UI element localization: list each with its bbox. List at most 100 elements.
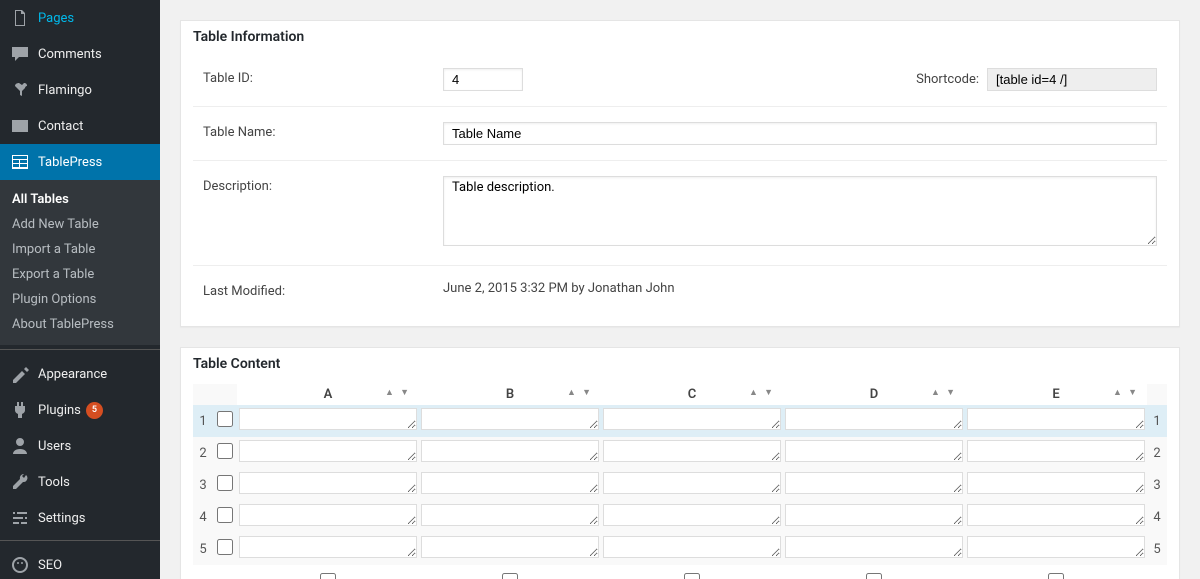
description-textarea[interactable]: Table description. xyxy=(443,176,1157,246)
row-checkbox[interactable] xyxy=(217,539,233,555)
cell-input[interactable] xyxy=(603,440,781,462)
menu-separator xyxy=(0,536,160,541)
menu-label: SEO xyxy=(38,558,62,573)
sort-arrows-icon[interactable]: ▲ ▼ xyxy=(567,387,593,398)
sort-arrows-icon[interactable]: ▲ ▼ xyxy=(1113,387,1139,398)
col-head-c[interactable]: C▲ ▼ xyxy=(601,384,783,405)
menu-plugins[interactable]: Plugins 5 xyxy=(0,392,160,428)
cell-input[interactable] xyxy=(603,408,781,430)
submenu-about-tablepress[interactable]: About TablePress xyxy=(0,312,160,337)
col-checkbox-e[interactable] xyxy=(1048,573,1064,579)
cell-input[interactable] xyxy=(785,504,963,526)
menu-pages[interactable]: Pages xyxy=(0,0,160,36)
seo-icon xyxy=(10,555,30,575)
menu-appearance[interactable]: Appearance xyxy=(0,356,160,392)
tablepress-icon xyxy=(10,152,30,172)
last-modified-value: June 2, 2015 3:32 PM by Jonathan John xyxy=(443,281,1157,296)
cell-input[interactable] xyxy=(785,472,963,494)
shortcode-display[interactable] xyxy=(987,68,1157,91)
col-head-e[interactable]: E▲ ▼ xyxy=(965,384,1147,405)
row-checkbox[interactable] xyxy=(217,507,233,523)
row-number-left: 1 xyxy=(193,405,213,437)
cell-input[interactable] xyxy=(967,504,1145,526)
menu-users[interactable]: Users xyxy=(0,428,160,464)
table-id-input[interactable] xyxy=(443,68,523,91)
cell-input[interactable] xyxy=(967,536,1145,558)
menu-label: Settings xyxy=(38,511,85,526)
sort-arrows-icon[interactable]: ▲ ▼ xyxy=(385,387,411,398)
menu-flamingo[interactable]: Flamingo xyxy=(0,72,160,108)
table-content-panel: Table Content A▲ ▼ B▲ ▼ C▲ ▼ D▲ ▼ E▲ ▼ xyxy=(180,347,1180,579)
col-checkbox-b[interactable] xyxy=(502,573,518,579)
table-name-label: Table Name: xyxy=(203,122,443,140)
submenu-export-table[interactable]: Export a Table xyxy=(0,262,160,287)
col-head-a[interactable]: A▲ ▼ xyxy=(237,384,419,405)
cell-input[interactable] xyxy=(967,408,1145,430)
submenu-plugin-options[interactable]: Plugin Options xyxy=(0,287,160,312)
row-number-right: 1 xyxy=(1147,405,1167,437)
contact-icon xyxy=(10,116,30,136)
settings-icon xyxy=(10,508,30,528)
menu-label: Appearance xyxy=(38,367,107,382)
tools-icon xyxy=(10,472,30,492)
cell-input[interactable] xyxy=(967,472,1145,494)
panel-title: Table Information xyxy=(181,21,1179,53)
col-checkbox-d[interactable] xyxy=(866,573,882,579)
cell-input[interactable] xyxy=(785,536,963,558)
col-checkbox-a[interactable] xyxy=(320,573,336,579)
cell-input[interactable] xyxy=(239,440,417,462)
submenu-add-new-table[interactable]: Add New Table xyxy=(0,212,160,237)
cell-input[interactable] xyxy=(967,440,1145,462)
cell-input[interactable] xyxy=(421,408,599,430)
menu-label: Users xyxy=(38,439,71,454)
table-name-input[interactable] xyxy=(443,122,1157,145)
cell-input[interactable] xyxy=(603,472,781,494)
appearance-icon xyxy=(10,364,30,384)
submenu-import-table[interactable]: Import a Table xyxy=(0,237,160,262)
menu-contact[interactable]: Contact xyxy=(0,108,160,144)
sort-arrows-icon[interactable]: ▲ ▼ xyxy=(931,387,957,398)
cell-input[interactable] xyxy=(785,408,963,430)
menu-tablepress[interactable]: TablePress xyxy=(0,144,160,180)
flamingo-icon xyxy=(10,80,30,100)
tablepress-submenu: All Tables Add New Table Import a Table … xyxy=(0,180,160,345)
cell-input[interactable] xyxy=(239,472,417,494)
plugins-update-badge: 5 xyxy=(86,402,103,419)
plugins-icon xyxy=(10,400,30,420)
users-icon xyxy=(10,436,30,456)
col-checkbox-c[interactable] xyxy=(684,573,700,579)
menu-tools[interactable]: Tools xyxy=(0,464,160,500)
row-checkbox[interactable] xyxy=(217,443,233,459)
col-head-b[interactable]: B▲ ▼ xyxy=(419,384,601,405)
last-modified-label: Last Modified: xyxy=(203,281,443,299)
cell-input[interactable] xyxy=(421,504,599,526)
menu-comments[interactable]: Comments xyxy=(0,36,160,72)
row-number-right: 4 xyxy=(1147,501,1167,533)
panel-title: Table Content xyxy=(181,348,1179,380)
cell-input[interactable] xyxy=(421,472,599,494)
cell-input[interactable] xyxy=(239,504,417,526)
cell-input[interactable] xyxy=(603,504,781,526)
row-checkbox[interactable] xyxy=(217,475,233,491)
menu-label: Tools xyxy=(38,475,70,490)
shortcode-label: Shortcode: xyxy=(916,72,979,87)
admin-sidebar: Pages Comments Flamingo Contact TablePre… xyxy=(0,0,160,579)
main-content: Table Information Table ID: Shortcode: T… xyxy=(160,0,1200,579)
cell-input[interactable] xyxy=(239,536,417,558)
cell-input[interactable] xyxy=(239,408,417,430)
sort-arrows-icon[interactable]: ▲ ▼ xyxy=(749,387,775,398)
menu-settings[interactable]: Settings xyxy=(0,500,160,536)
cell-input[interactable] xyxy=(421,440,599,462)
menu-seo[interactable]: SEO xyxy=(0,547,160,579)
description-label: Description: xyxy=(203,176,443,194)
table-id-label: Table ID: xyxy=(203,68,443,86)
cell-input[interactable] xyxy=(421,536,599,558)
menu-label: Contact xyxy=(38,119,83,134)
cell-input[interactable] xyxy=(603,536,781,558)
col-head-d[interactable]: D▲ ▼ xyxy=(783,384,965,405)
row-number-right: 5 xyxy=(1147,533,1167,565)
cell-input[interactable] xyxy=(785,440,963,462)
row-checkbox[interactable] xyxy=(217,411,233,427)
submenu-all-tables[interactable]: All Tables xyxy=(0,187,160,212)
row-number-left: 5 xyxy=(193,533,213,565)
